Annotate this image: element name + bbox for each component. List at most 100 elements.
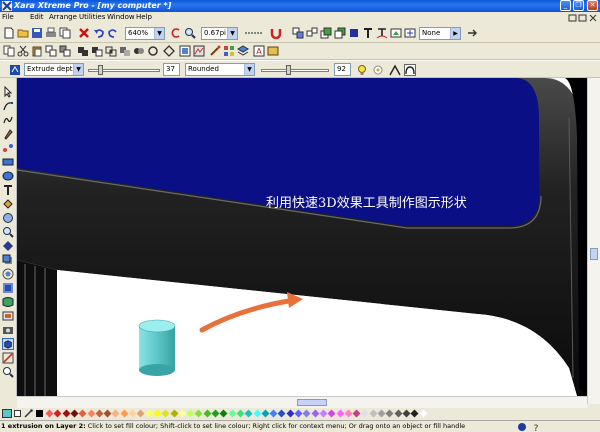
fit-text-icon[interactable]: [133, 45, 145, 57]
palette-swatch[interactable]: [336, 409, 344, 418]
light-bulb-icon[interactable]: [356, 64, 368, 76]
bevel-tool-icon[interactable]: [2, 282, 14, 294]
palette-swatch[interactable]: [369, 409, 378, 418]
close-button[interactable]: ✕: [587, 0, 598, 11]
vertical-scrollbar[interactable]: [587, 78, 600, 404]
none-dropdown[interactable]: None ▶: [419, 27, 461, 40]
shape-editor-tool-icon[interactable]: [2, 100, 14, 112]
extrude-type-dropdown[interactable]: Extrude depth ▼: [24, 63, 84, 76]
zoom-to-page-icon[interactable]: [184, 27, 196, 39]
palette-swatch[interactable]: [62, 409, 71, 418]
no-colour-swatch[interactable]: [14, 410, 21, 417]
save-icon[interactable]: [31, 27, 43, 39]
print-icon[interactable]: [45, 27, 57, 39]
palette-swatch[interactable]: [327, 409, 336, 418]
contour-tool-icon[interactable]: [2, 268, 14, 280]
line-width-dropdown[interactable]: 0.67pi ▼: [201, 27, 238, 40]
minimize-button[interactable]: _: [560, 0, 571, 11]
palette-swatch[interactable]: [95, 409, 104, 418]
new-document-icon[interactable]: [3, 27, 15, 39]
bring-forward-icon[interactable]: [348, 27, 360, 39]
palette-swatch[interactable]: [236, 409, 245, 418]
palette-swatch[interactable]: [103, 409, 112, 418]
copy-document-icon[interactable]: [3, 45, 15, 57]
document-window-controls[interactable]: [568, 13, 598, 23]
current-fill-swatch[interactable]: [2, 409, 12, 418]
cut-icon[interactable]: [17, 45, 29, 57]
depth-slider-thumb[interactable]: [98, 65, 103, 75]
bevel-input[interactable]: 92: [334, 63, 351, 76]
palette-swatch[interactable]: [53, 409, 62, 418]
menu-arrange[interactable]: Arrange: [49, 13, 77, 21]
delete-icon[interactable]: [78, 27, 90, 39]
text-on-path-icon[interactable]: [376, 27, 388, 39]
palette-swatch[interactable]: [352, 409, 361, 418]
web-export-icon[interactable]: [404, 27, 416, 39]
vertical-scroll-thumb[interactable]: [590, 248, 598, 260]
palette-swatch[interactable]: [319, 409, 328, 418]
palette-swatch[interactable]: [111, 409, 120, 418]
previous-zoom-icon[interactable]: [170, 27, 182, 39]
freehand-tool-icon[interactable]: [2, 114, 14, 126]
create-bitmap-copy-icon[interactable]: [179, 45, 191, 57]
palette-swatch[interactable]: [145, 409, 154, 418]
palette-swatch[interactable]: [385, 409, 394, 418]
palette-swatch[interactable]: [410, 409, 419, 418]
zoom-tool-icon[interactable]: [2, 226, 14, 238]
extrude-tool-icon[interactable]: [2, 338, 14, 350]
text-tool-icon[interactable]: [362, 27, 374, 39]
convert-to-shapes-icon[interactable]: [163, 45, 175, 57]
import-icon[interactable]: [390, 27, 402, 39]
rectangle-tool-icon[interactable]: [2, 156, 14, 168]
palette-swatch[interactable]: [211, 409, 220, 418]
bring-to-front-icon[interactable]: [320, 27, 332, 39]
duplicate-icon[interactable]: [45, 45, 57, 57]
palette-swatch[interactable]: [45, 409, 54, 418]
palette-swatch[interactable]: [294, 409, 303, 418]
palette-swatch[interactable]: [261, 409, 270, 418]
slice-shapes-icon[interactable]: [119, 45, 131, 57]
live-effects-tool-icon[interactable]: [2, 310, 14, 322]
open-folder-icon[interactable]: [17, 27, 29, 39]
horizontal-scrollbar[interactable]: [17, 396, 587, 408]
magnet-icon[interactable]: [270, 27, 282, 39]
palette-swatch[interactable]: [344, 409, 353, 418]
blend-tool-icon[interactable]: [2, 142, 14, 154]
layers-icon[interactable]: [237, 45, 249, 57]
palette-swatch[interactable]: [311, 409, 320, 418]
palette-swatch[interactable]: [219, 409, 228, 418]
palette-swatch[interactable]: [419, 409, 427, 418]
palette-swatch[interactable]: [128, 409, 137, 418]
selector-tool-icon[interactable]: [2, 86, 14, 98]
palette-swatch[interactable]: [78, 409, 87, 418]
bevel-type-dropdown[interactable]: Rounded ▼: [185, 63, 255, 76]
hotspot-icon[interactable]: A: [253, 45, 265, 57]
extrude-tool-icon[interactable]: [9, 64, 21, 76]
zoom-dropdown[interactable]: 640% ▼: [125, 27, 165, 40]
bevel-slider-track[interactable]: [261, 69, 329, 72]
menu-file[interactable]: File: [2, 13, 14, 21]
palette-swatch[interactable]: [253, 409, 261, 418]
contour-icon[interactable]: [147, 45, 159, 57]
menu-utilities[interactable]: Utilities: [79, 13, 105, 21]
magnify-tool-icon[interactable]: [2, 366, 14, 378]
palette-swatch[interactable]: [203, 409, 212, 418]
menu-window[interactable]: Window: [107, 13, 135, 21]
push-tool-icon[interactable]: [2, 240, 14, 252]
palette-swatch[interactable]: [170, 409, 178, 418]
slice-tool-icon[interactable]: [2, 352, 14, 364]
palette-swatch[interactable]: [394, 409, 403, 418]
palette-swatch[interactable]: [70, 409, 79, 418]
ellipse-tool-icon[interactable]: [2, 170, 14, 182]
snap-icon[interactable]: [517, 422, 527, 432]
bevel-profile-up-icon[interactable]: [389, 64, 401, 76]
redo-icon[interactable]: [107, 27, 119, 39]
palette-swatch[interactable]: [302, 409, 311, 418]
palette-swatch[interactable]: [120, 409, 129, 418]
arrow-right-icon[interactable]: [466, 27, 478, 39]
bevel-slider-thumb[interactable]: [286, 65, 291, 75]
undo-icon[interactable]: [93, 27, 105, 39]
subtract-shapes-icon[interactable]: [91, 45, 103, 57]
copy-icon[interactable]: [59, 27, 71, 39]
palette-swatch[interactable]: [377, 409, 386, 418]
